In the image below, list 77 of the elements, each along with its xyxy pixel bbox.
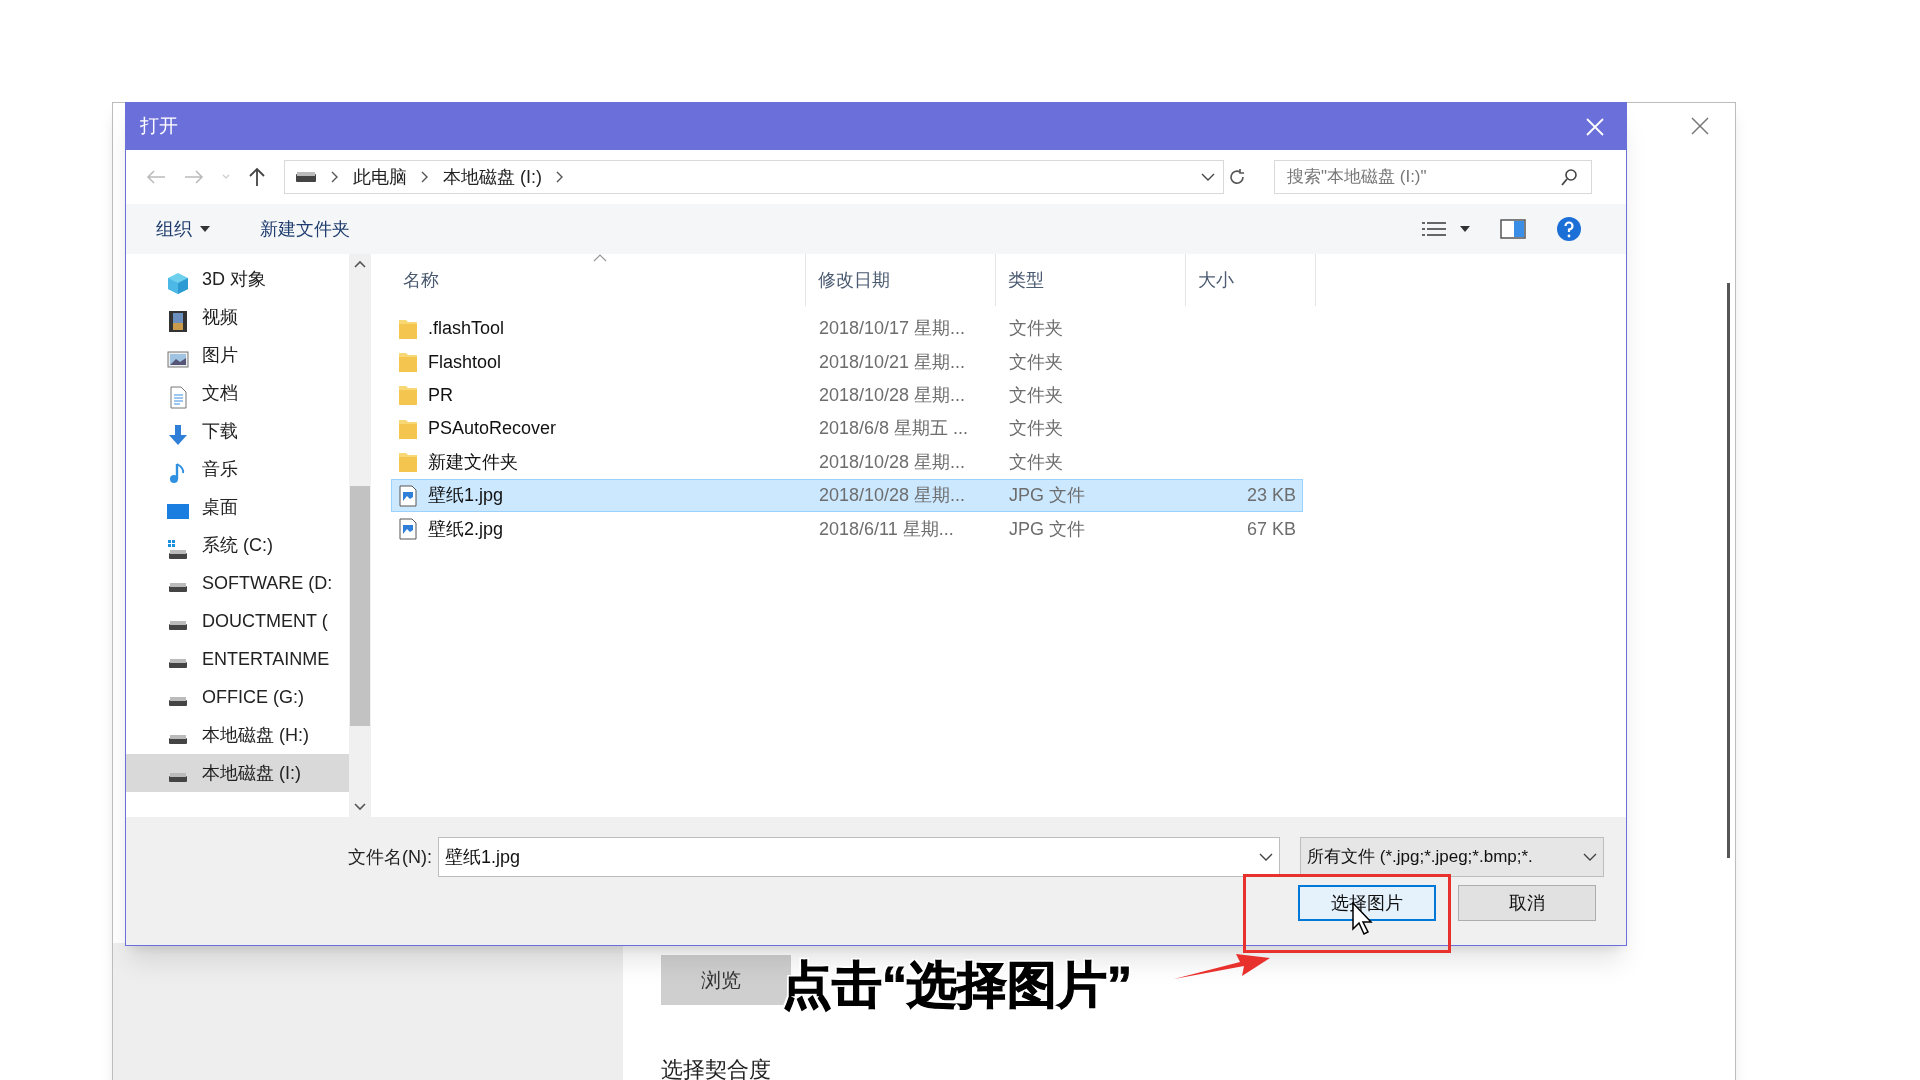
up-arrow-icon[interactable] <box>248 167 266 187</box>
preview-pane-icon[interactable] <box>1500 219 1526 239</box>
nav-item[interactable]: 图片 <box>126 336 349 374</box>
drive-icon <box>169 582 187 592</box>
nav-item[interactable]: 视频 <box>126 298 349 336</box>
section-label: 选择契合度 <box>661 1056 771 1080</box>
chevron-right-icon[interactable] <box>421 171 429 183</box>
column-header[interactable]: 大小 <box>1186 254 1316 306</box>
file-type-dropdown[interactable]: 所有文件 (*.jpg;*.jpeg;*.bmp;*. <box>1300 837 1604 877</box>
nav-item[interactable]: 音乐 <box>126 450 349 488</box>
film-icon <box>166 309 190 333</box>
nav-item[interactable]: 下载 <box>126 412 349 450</box>
file-row[interactable]: 壁纸1.jpg 2018/10/28 星期... JPG 文件 23 KB <box>391 478 1303 513</box>
nav-item[interactable]: 3D 对象 <box>126 260 349 298</box>
chevron-right-icon[interactable] <box>556 171 564 183</box>
scroll-bar[interactable] <box>349 254 371 817</box>
nav-item[interactable]: 本地磁盘 (H:) <box>126 716 349 754</box>
chevron-right-icon[interactable] <box>331 171 339 183</box>
drive-icon <box>166 537 190 561</box>
cube-icon <box>166 271 190 295</box>
filename-value: 壁纸1.jpg <box>445 845 521 869</box>
column-header[interactable]: 名称 <box>391 254 806 306</box>
image-file-icon <box>398 518 418 541</box>
breadcrumb-item[interactable]: 此电脑 <box>353 163 407 191</box>
nav-item[interactable]: DOUCTMENT ( <box>126 602 349 640</box>
details-view-icon[interactable] <box>1422 221 1446 237</box>
drive-icon <box>169 772 187 782</box>
search-placeholder: 搜索"本地磁盘 (I:)" <box>1287 166 1427 189</box>
search-field[interactable]: 搜索"本地磁盘 (I:)" <box>1274 160 1592 194</box>
nav-item[interactable]: 系统 (C:) <box>126 526 349 564</box>
breadcrumb-item[interactable]: 本地磁盘 (I:) <box>443 163 542 191</box>
download-arrow-icon <box>166 423 190 447</box>
file-type-value: 所有文件 (*.jpg;*.jpeg;*.bmp;*. <box>1307 846 1533 869</box>
chevron-down-icon[interactable] <box>1201 173 1215 181</box>
folder-icon <box>398 317 418 340</box>
toolbar-button[interactable]: 组织 <box>156 215 210 243</box>
filename-field[interactable]: 壁纸1.jpg <box>438 837 1280 877</box>
file-row[interactable]: PR 2018/10/28 星期... 文件夹 <box>391 378 1303 413</box>
nav-item[interactable]: ENTERTAINME <box>126 640 349 678</box>
column-header[interactable]: 类型 <box>996 254 1186 306</box>
drive-icon <box>295 171 317 183</box>
refresh-icon[interactable] <box>1228 168 1246 186</box>
sort-chevron-icon <box>593 254 607 262</box>
filename-label: 文件名(N): <box>347 845 432 869</box>
file-row[interactable]: .flashTool 2018/10/17 星期... 文件夹 <box>391 312 1303 346</box>
folder-icon <box>398 417 418 440</box>
drive-icon <box>169 658 187 668</box>
toolbar-button[interactable]: 新建文件夹 <box>260 215 350 243</box>
chevron-down-icon[interactable] <box>1259 853 1273 861</box>
chevron-up-icon[interactable] <box>354 260 366 268</box>
scroll-thumb[interactable] <box>350 486 370 726</box>
file-row[interactable]: 壁纸2.jpg 2018/6/11 星期... JPG 文件 67 KB <box>391 512 1303 546</box>
window-title: 打开 <box>140 114 178 139</box>
cancel-button[interactable]: 取消 <box>1458 885 1596 921</box>
caret-icon[interactable] <box>1460 226 1470 232</box>
folder-icon <box>398 351 418 374</box>
file-row[interactable]: PSAutoRecover 2018/6/8 星期五 ... 文件夹 <box>391 412 1303 446</box>
nav-item[interactable]: SOFTWARE (D: <box>126 564 349 602</box>
image-file-icon <box>398 484 418 507</box>
close-icon[interactable] <box>1690 116 1710 136</box>
drive-icon <box>169 620 187 630</box>
chevron-down-icon[interactable] <box>354 803 366 811</box>
nav-item[interactable]: OFFICE (G:) <box>126 678 349 716</box>
nav-item[interactable]: 桌面 <box>126 488 349 526</box>
folder-icon <box>398 451 418 474</box>
drive-icon <box>169 734 187 744</box>
chevron-down-icon <box>1583 853 1597 861</box>
nav-item[interactable]: 本地磁盘 (I:) <box>126 754 349 792</box>
file-row[interactable]: 新建文件夹 2018/10/28 星期... 文件夹 <box>391 445 1303 479</box>
nav-item[interactable]: 文档 <box>126 374 349 412</box>
drive-icon <box>169 696 187 706</box>
folder-icon <box>398 384 418 407</box>
help-icon[interactable] <box>1556 216 1582 242</box>
address-bar[interactable]: 此电脑 本地磁盘 (I:) <box>284 160 1224 194</box>
column-header[interactable]: 修改日期 <box>806 254 996 306</box>
file-row[interactable]: Flashtool 2018/10/21 星期... 文件夹 <box>391 345 1303 379</box>
search-icon[interactable] <box>1561 168 1579 186</box>
